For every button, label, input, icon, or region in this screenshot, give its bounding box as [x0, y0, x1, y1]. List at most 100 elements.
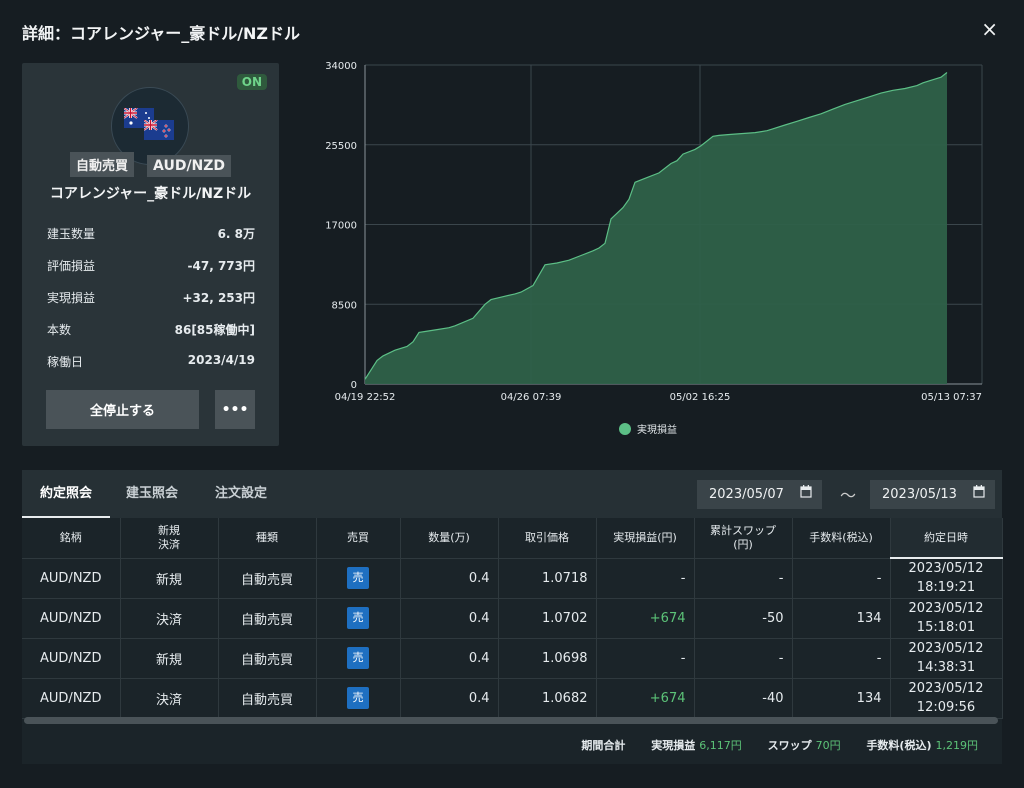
table-row[interactable]: AUD/NZD 決済 自動売買売 0.4 1.0702 +674 -50 134 2023/05… [22, 598, 1003, 639]
col-pl[interactable]: 実現損益(円) [596, 518, 695, 559]
time-text: 12:09:56 [916, 700, 976, 715]
dialog-title: 詳細：コアレンジャー_豪ドル/NZドル [22, 24, 301, 43]
stat-row: 本数 86[85稼働中] [47, 321, 255, 353]
cell-swap: - [694, 558, 793, 599]
horizontal-scrollbar[interactable] [24, 717, 998, 724]
date-to-value: 2023/05/13 [882, 487, 957, 502]
cell-qty: 0.4 [400, 638, 499, 679]
tab-executions[interactable]: 約定照会 [22, 470, 110, 518]
cell-kind: 決済 [120, 598, 219, 639]
time-text: 18:19:21 [916, 580, 976, 596]
cell-pl: - [596, 558, 695, 599]
stat-value: +32, 253円 [182, 291, 255, 305]
cell-price: 1.0682 [498, 678, 597, 719]
strategy-type-tag: 自動売買 [69, 152, 134, 177]
cell-type: 自動売買 [218, 678, 317, 719]
col-side[interactable]: 売買 [316, 518, 401, 559]
date-separator: 〜 [840, 486, 857, 505]
summary-fee-value: 1,219円 [935, 739, 979, 752]
cell-type: 自動売買 [218, 598, 317, 639]
cell-type: 自動売買 [218, 638, 317, 679]
cell-side: 売 [316, 598, 401, 639]
series-area [365, 72, 947, 384]
cell-pl: +674 [596, 598, 695, 639]
strategy-name: コアレンジャー_豪ドル/NZドル [49, 186, 252, 202]
orders-panel: 約定照会 建玉照会 注文設定 2023/05/07 〜 2023/05/13 銘… [22, 470, 1003, 764]
sell-badge: 売 [347, 567, 369, 589]
y-tick-label: 34000 [325, 61, 357, 72]
cell-fee: - [792, 638, 891, 679]
col-swap[interactable]: 累計スワップ (円) [694, 518, 793, 559]
stop-all-button[interactable]: 全停止する [46, 390, 199, 429]
legend-label: 実現損益 [637, 423, 677, 436]
cell-qty: 0.4 [400, 558, 499, 599]
y-tick-label: 17000 [325, 221, 357, 232]
table-row[interactable]: AUD/NZD 新規 自動売買売 0.4 1.0698- - -2023/05/12 14:3… [22, 638, 1003, 679]
col-datetime[interactable]: 約定日時 [890, 518, 1003, 559]
col-qty[interactable]: 数量(万) [400, 518, 499, 559]
stat-label: 建玉数量 [47, 227, 96, 241]
summary-pl-label: 実現損益 [651, 739, 696, 752]
cell-side: 売 [316, 678, 401, 719]
y-tick-label: 25500 [325, 141, 357, 152]
tab-order-settings[interactable]: 注文設定 [215, 470, 267, 518]
table-row[interactable]: AUD/NZD 決済 自動売買売 0.4 1.0682 +674 -40 134 2023/05… [22, 678, 1003, 719]
cell-swap: -50 [694, 598, 793, 639]
cell-kind: 新規 [120, 638, 219, 679]
cell-pair: AUD/NZD [22, 598, 121, 639]
x-tick-label: 05/13 07:37 [921, 392, 982, 403]
time-text: 15:18:01 [916, 620, 976, 635]
summary-pl-value: 6,117円 [699, 739, 742, 752]
cell-pl: +674 [596, 678, 695, 719]
table-header-row: 銘柄 新規 決済 種類 売買 数量(万) 取引価格 実現損益(円) 累計スワップ… [22, 518, 1003, 559]
x-tick-label: 04/26 07:39 [501, 392, 562, 403]
cell-datetime: 2023/05/12 14:38:31 [890, 638, 1003, 679]
date-to-input[interactable]: 2023/05/13 [870, 480, 995, 509]
cell-swap: -40 [694, 678, 793, 719]
stat-value: 6. 8万 [217, 227, 255, 241]
executions-table: 銘柄 新規 決済 種類 売買 数量(万) 取引価格 実現損益(円) 累計スワップ… [22, 518, 1003, 719]
more-options-button[interactable]: ••• [215, 390, 255, 429]
col-pair[interactable]: 銘柄 [22, 518, 121, 559]
legend-marker [619, 423, 631, 435]
summary-label: 期間合計 [581, 739, 626, 752]
stat-row: 実現損益 +32, 253円 [47, 289, 255, 321]
cell-price: 1.0718 [498, 558, 597, 599]
cell-fee: 134 [792, 598, 891, 639]
col-kind[interactable]: 新規 決済 [120, 518, 219, 559]
cell-pair: AUD/NZD [22, 558, 121, 599]
sell-badge: 売 [347, 647, 369, 669]
stat-value: 86[85稼働中] [174, 323, 255, 337]
status-badge: ON [236, 74, 267, 90]
stat-row: 評価損益 -47, 773円 [47, 257, 255, 289]
date-text: 2023/05/12 [908, 561, 984, 577]
strategy-card: ON 自動売買 AUD/NZD コアレンジャー_豪ドル/NZドル 建玉数量 6.… [22, 63, 279, 446]
tabs-bar: 約定照会 建玉照会 注文設定 2023/05/07 〜 2023/05/13 [22, 470, 1002, 518]
calendar-icon[interactable] [800, 480, 812, 509]
tab-positions[interactable]: 建玉照会 [126, 470, 178, 518]
cell-pair: AUD/NZD [22, 678, 121, 719]
summary-swap-label: スワップ [767, 739, 812, 752]
cell-datetime: 2023/05/12 18:19:21 [890, 558, 1003, 599]
new-zealand-flag-icon [144, 120, 174, 140]
cell-fee: - [792, 558, 891, 599]
date-from-input[interactable]: 2023/05/07 [697, 480, 822, 509]
col-price[interactable]: 取引価格 [498, 518, 597, 559]
cell-price: 1.0702 [498, 598, 597, 639]
summary-swap-value: 70円 [815, 739, 841, 752]
realized-pl-chart: 0 8500 17000 25500 34000 04/19 22:52 04/26 07:… [325, 61, 983, 436]
cell-qty: 0.4 [400, 678, 499, 719]
stat-label: 本数 [47, 323, 72, 337]
col-type[interactable]: 種類 [218, 518, 317, 559]
cell-kind: 新規 [120, 558, 219, 599]
cell-pl: - [596, 638, 695, 679]
stat-label: 実現損益 [47, 291, 96, 305]
cell-kind: 決済 [120, 678, 219, 719]
col-fee[interactable]: 手数料(税込) [792, 518, 891, 559]
cell-swap: - [694, 638, 793, 679]
stat-value: -47, 773円 [187, 259, 255, 273]
close-icon[interactable]: × [981, 18, 998, 40]
cell-pair: AUD/NZD [22, 638, 121, 679]
calendar-icon[interactable] [973, 480, 985, 509]
table-row[interactable]: AUD/NZD 新規 自動売買売 0.4 1.0718- - -2023/05/12 18:1… [22, 558, 1003, 599]
